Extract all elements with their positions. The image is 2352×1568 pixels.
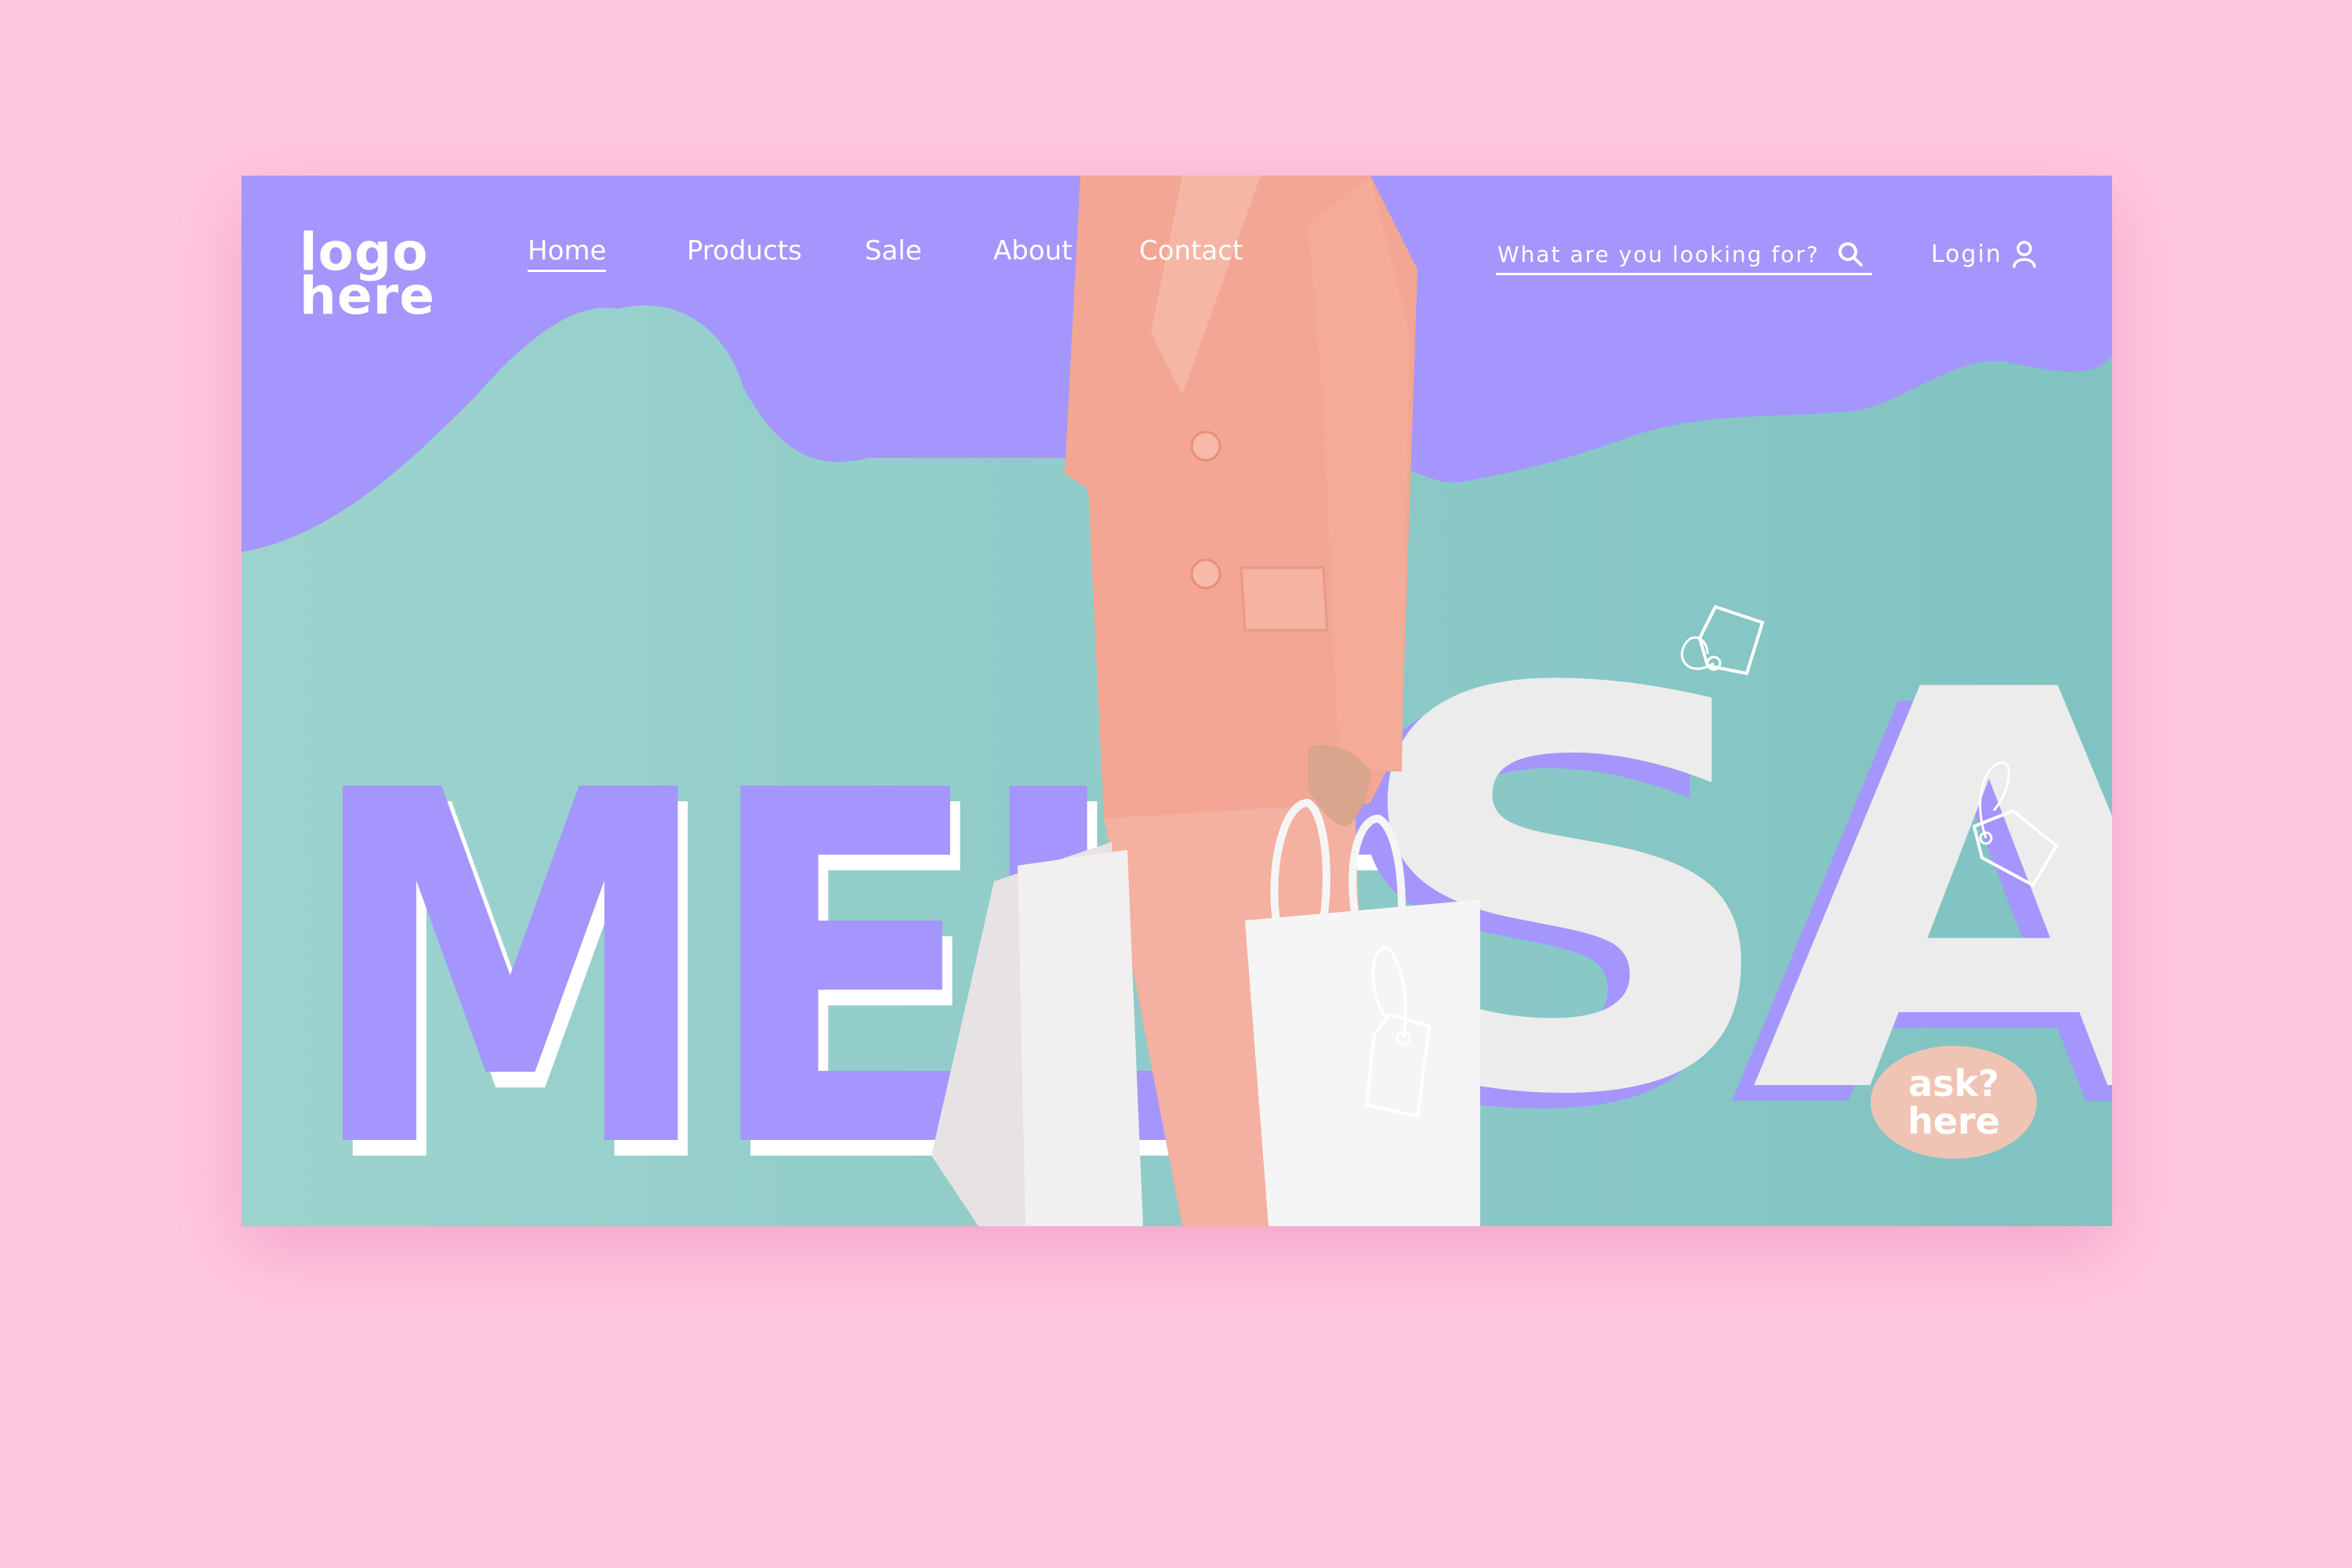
nav-contact[interactable]: Contact [1139, 235, 1243, 267]
user-icon [2013, 241, 2036, 268]
ask-here-button[interactable]: ask? here [1871, 1046, 2037, 1159]
price-tag-icon [1972, 760, 2059, 887]
price-tag-icon [1680, 604, 1765, 676]
nav-products[interactable]: Products [687, 235, 802, 267]
ask-line-2: here [1907, 1100, 2000, 1142]
nav-about[interactable]: About [993, 235, 1073, 267]
nav-home[interactable]: Home [528, 235, 607, 272]
price-tag-icon [1364, 946, 1432, 1119]
search-bar [1496, 235, 1872, 275]
nav-sale[interactable]: Sale [865, 235, 922, 267]
logo-line-2: here [299, 266, 436, 326]
search-input[interactable] [1496, 240, 1836, 268]
login-button[interactable]: Login [1931, 240, 2037, 268]
search-icon[interactable] [1836, 240, 1864, 268]
ask-line-1: ask? [1908, 1062, 1999, 1105]
login-label: Login [1931, 240, 2002, 268]
site-logo[interactable]: logo here [299, 227, 436, 326]
landing-page-card: MELT MELT SALE SALE [241, 176, 2112, 1226]
